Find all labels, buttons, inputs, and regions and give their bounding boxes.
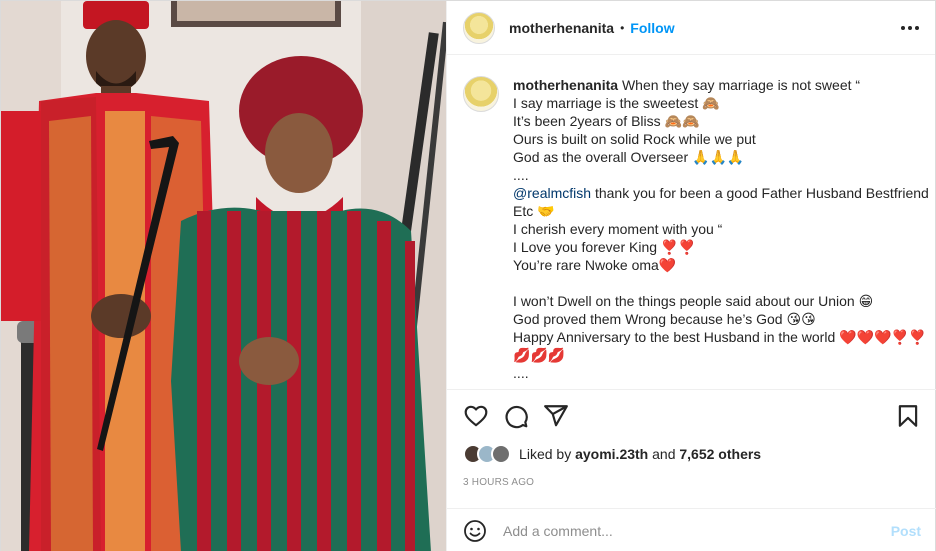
- follow-button[interactable]: Follow: [630, 20, 674, 36]
- caption-line: ....: [513, 167, 529, 183]
- caption-avatar[interactable]: [463, 76, 500, 112]
- liker-avatars: [463, 444, 512, 464]
- avatar[interactable]: [463, 11, 496, 44]
- caption-line: God as the overall Overseer 🙏🙏🙏: [513, 149, 745, 165]
- comment-bubble-icon[interactable]: [503, 403, 529, 429]
- caption-line: ....: [513, 365, 529, 381]
- post-header: motherhenanita • Follow: [447, 1, 935, 55]
- likes-others-link[interactable]: 7,652 others: [679, 446, 761, 462]
- likes-text: Liked by ayomi.23th and 7,652 others: [519, 446, 761, 462]
- caption-line: God proved them Wrong because he’s God 😘…: [513, 311, 816, 327]
- post-comment-button[interactable]: Post: [891, 523, 921, 539]
- caption-line: Ours is built on solid Rock while we put: [513, 131, 756, 147]
- caption-line: Happy Anniversary to the best Husband in…: [513, 329, 927, 345]
- caption-line: When they say marriage is not sweet “: [621, 77, 861, 93]
- more-options-icon[interactable]: [899, 20, 921, 36]
- heart-icon[interactable]: [463, 403, 489, 429]
- couple-photo: [1, 1, 447, 551]
- likes-row: Liked by ayomi.23th and 7,652 others: [463, 443, 761, 465]
- smiley-icon[interactable]: [463, 519, 487, 543]
- comment-bar: Post: [447, 508, 936, 551]
- caption-line: 💋💋💋: [513, 347, 566, 363]
- bookmark-icon[interactable]: [895, 403, 921, 429]
- username[interactable]: motherhenanita: [509, 20, 614, 36]
- post-modal: motherhenanita • Follow motherhenanita W…: [0, 0, 936, 551]
- caption-line: [513, 274, 923, 292]
- caption: motherhenanita When they say marriage is…: [447, 56, 936, 388]
- paper-plane-icon[interactable]: [543, 403, 569, 429]
- caption-line: I won’t Dwell on the things people said …: [513, 293, 874, 309]
- likes-joiner: and: [652, 446, 676, 462]
- action-bar: [447, 389, 936, 441]
- post-side-panel: motherhenanita • Follow motherhenanita W…: [446, 1, 936, 551]
- caption-body: motherhenanita When they say marriage is…: [513, 76, 929, 388]
- separator-dot: •: [620, 20, 625, 35]
- liker-username[interactable]: ayomi.23th: [575, 446, 648, 462]
- caption-line: I cherish every moment with you “: [513, 221, 723, 237]
- caption-line: You’re rare Nwoke oma❤️: [513, 257, 677, 273]
- caption-line: Etc 🤝: [513, 203, 555, 219]
- post-photo[interactable]: [1, 1, 447, 551]
- caption-line: It’s been 2years of Bliss 🙈🙈: [513, 113, 700, 129]
- caption-line: thank you for been a good Father Husband…: [594, 185, 929, 201]
- mention-link[interactable]: @realmcfish: [513, 185, 591, 201]
- caption-username[interactable]: motherhenanita: [513, 77, 618, 93]
- likes-prefix: Liked by: [519, 446, 572, 462]
- caption-line: I Love you forever King ❣️❣️: [513, 239, 696, 255]
- comment-input[interactable]: [503, 522, 883, 539]
- post-timestamp[interactable]: 3 HOURS AGO: [463, 477, 534, 488]
- caption-line: I say marriage is the sweetest 🙈: [513, 95, 720, 111]
